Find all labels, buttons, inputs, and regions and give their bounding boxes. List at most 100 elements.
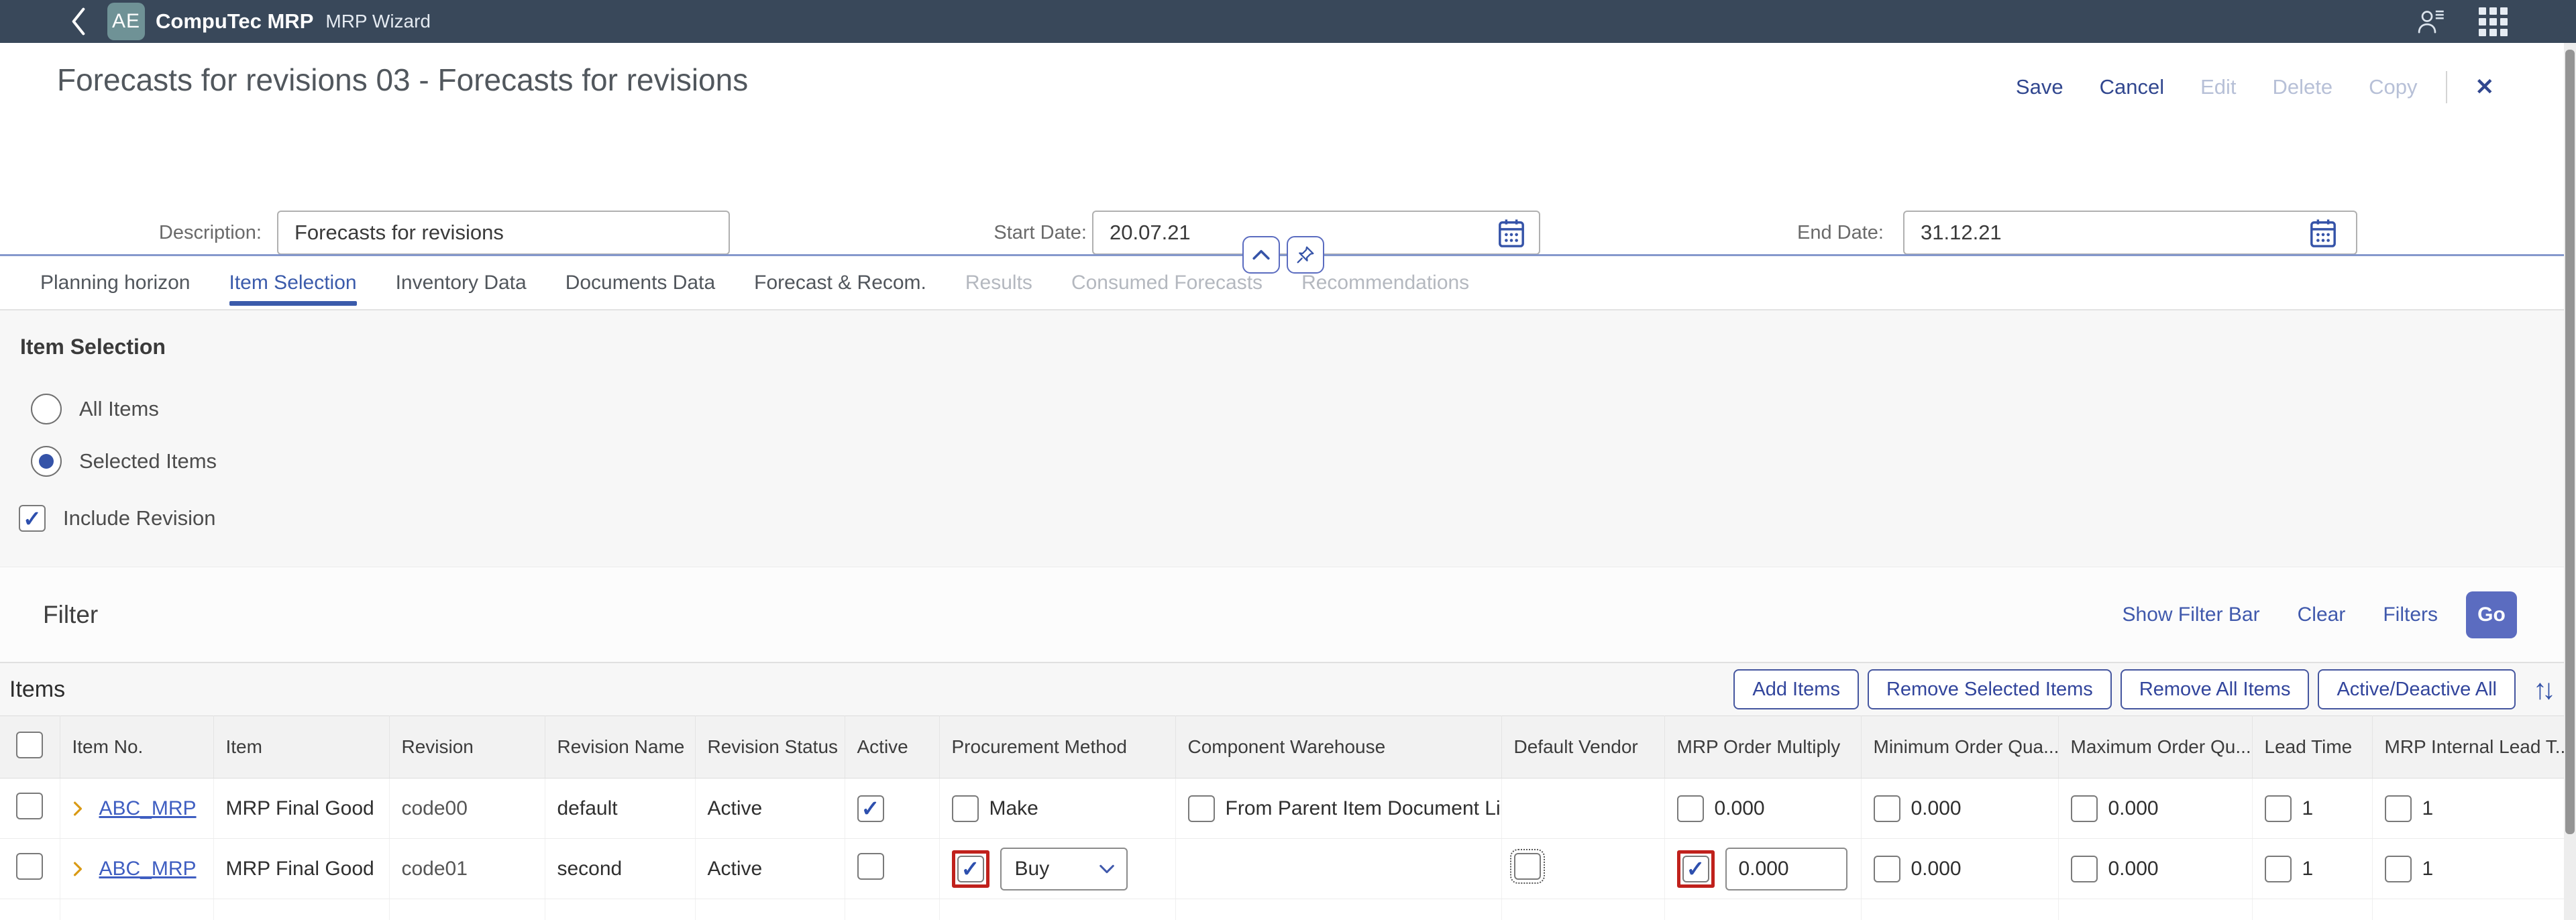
lead-time-value: 1: [2302, 858, 2314, 880]
expand-chevron-icon[interactable]: [72, 800, 83, 817]
item-no-link[interactable]: ABC_MRP: [99, 797, 197, 820]
mrp-internal-lead-value: 1: [2422, 858, 2434, 880]
clear-link[interactable]: Clear: [2298, 603, 2346, 626]
item-cell: MRP Final Good: [213, 839, 389, 899]
multiply-override-checkbox[interactable]: [1682, 856, 1709, 882]
default-vendor-cell: [1501, 779, 1664, 839]
items-toolbar: Items Add Items Remove Selected Items Re…: [0, 662, 2576, 715]
page-header: Forecasts for revisions 03 - Forecasts f…: [0, 43, 2576, 255]
procurement-override-checkbox[interactable]: [957, 856, 984, 882]
warehouse-override-checkbox[interactable]: [1188, 795, 1215, 822]
col-revision-name[interactable]: Revision Name: [545, 716, 695, 779]
add-items-button[interactable]: Add Items: [1733, 669, 1859, 709]
page-title: Forecasts for revisions 03 - Forecasts f…: [57, 62, 748, 98]
procurement-override-checkbox[interactable]: [952, 795, 979, 822]
start-date-calendar-icon[interactable]: [1497, 218, 1525, 249]
min-order-override-checkbox[interactable]: [1874, 795, 1900, 822]
minimum-order-qty-value: 0.000: [1911, 858, 1962, 880]
row-select-checkbox[interactable]: [16, 793, 43, 819]
cancel-button[interactable]: Cancel: [2100, 75, 2165, 99]
go-button[interactable]: Go: [2466, 591, 2517, 638]
mrp-order-multiply-value: 0.000: [1715, 797, 1765, 820]
tab-documents-data[interactable]: Documents Data: [566, 256, 715, 309]
active-checkbox[interactable]: [857, 795, 884, 822]
user-account-icon[interactable]: [2416, 7, 2447, 36]
active-deactive-all-button[interactable]: Active/Deactive All: [2318, 669, 2516, 709]
active-checkbox[interactable]: [857, 853, 884, 880]
filter-title: Filter: [43, 601, 98, 629]
show-filter-bar-link[interactable]: Show Filter Bar: [2123, 603, 2260, 626]
close-button[interactable]: ✕: [2475, 74, 2495, 101]
row-select-checkbox[interactable]: [16, 853, 43, 880]
col-item-no[interactable]: Item No.: [60, 716, 213, 779]
internal-lead-override-checkbox[interactable]: [2385, 795, 2412, 822]
min-order-override-checkbox[interactable]: [1874, 856, 1900, 882]
items-table: Item No. Item Revision Revision Name Rev…: [0, 715, 2576, 920]
multiply-override-checkbox[interactable]: [1677, 795, 1704, 822]
actions-divider: [2446, 71, 2447, 103]
col-mrp-internal-lead-time[interactable]: MRP Internal Lead T...: [2372, 716, 2576, 779]
chevron-down-icon: [1098, 864, 1116, 874]
lead-time-override-checkbox[interactable]: [2265, 795, 2292, 822]
remove-selected-items-button[interactable]: Remove Selected Items: [1868, 669, 2112, 709]
col-revision-status[interactable]: Revision Status: [695, 716, 845, 779]
back-button[interactable]: [70, 7, 87, 36]
save-button[interactable]: Save: [2016, 75, 2063, 99]
col-revision[interactable]: Revision: [389, 716, 545, 779]
chevron-up-icon: [1251, 249, 1271, 261]
tab-consumed-forecasts: Consumed Forecasts: [1071, 256, 1263, 309]
sort-icon[interactable]: ↑↓: [2533, 673, 2551, 705]
filters-link[interactable]: Filters: [2383, 603, 2438, 626]
col-lead-time[interactable]: Lead Time: [2252, 716, 2372, 779]
table-row: ABC_MRP MRP Final Good code01 second Act…: [0, 839, 2576, 899]
revision-status-cell: Active: [695, 779, 845, 839]
scrollbar-thumb[interactable]: [2565, 50, 2575, 834]
col-component-warehouse[interactable]: Component Warehouse: [1175, 716, 1501, 779]
end-date-input[interactable]: [1903, 211, 2357, 255]
component-warehouse-cell: [1175, 839, 1501, 899]
component-warehouse-value: From Parent Item Document Line: [1226, 797, 1502, 820]
col-active[interactable]: Active: [845, 716, 939, 779]
tab-item-selection[interactable]: Item Selection: [229, 256, 357, 309]
pin-header-button[interactable]: [1287, 236, 1324, 274]
back-chevron-icon: [70, 7, 87, 36]
app-subtitle: MRP Wizard: [325, 11, 431, 32]
col-procurement-method[interactable]: Procurement Method: [939, 716, 1175, 779]
expand-chevron-icon[interactable]: [72, 860, 83, 878]
end-date-calendar-icon[interactable]: [2309, 218, 2337, 249]
red-highlight-frame: [952, 850, 989, 888]
collapse-header-button[interactable]: [1242, 236, 1280, 274]
items-title: Items: [9, 677, 65, 703]
tab-inventory-data[interactable]: Inventory Data: [396, 256, 527, 309]
item-no-link[interactable]: ABC_MRP: [99, 858, 197, 880]
internal-lead-override-checkbox[interactable]: [2385, 856, 2412, 882]
include-revision-checkbox[interactable]: [19, 505, 46, 532]
tab-forecast-recom[interactable]: Forecast & Recom.: [754, 256, 926, 309]
app-launcher-grid-icon[interactable]: [2479, 7, 2508, 36]
selected-items-label: Selected Items: [79, 449, 217, 473]
col-item[interactable]: Item: [213, 716, 389, 779]
remove-all-items-button[interactable]: Remove All Items: [2121, 669, 2310, 709]
max-order-override-checkbox[interactable]: [2071, 856, 2098, 882]
maximum-order-qty-value: 0.000: [2108, 797, 2159, 820]
all-items-radio[interactable]: [31, 394, 62, 424]
revision-cell: code00: [389, 779, 545, 839]
select-all-checkbox[interactable]: [16, 732, 43, 758]
copy-button: Copy: [2369, 75, 2417, 99]
description-input[interactable]: [277, 211, 730, 255]
col-mrp-order-multiply[interactable]: MRP Order Multiply: [1664, 716, 1861, 779]
max-order-override-checkbox[interactable]: [2071, 795, 2098, 822]
tab-planning-horizon[interactable]: Planning horizon: [40, 256, 191, 309]
col-maximum-order-qty[interactable]: Maximum Order Qu...: [2058, 716, 2252, 779]
revision-name-cell: second: [545, 839, 695, 899]
edit-button: Edit: [2200, 75, 2236, 99]
col-default-vendor[interactable]: Default Vendor: [1501, 716, 1664, 779]
mrp-internal-lead-value: 1: [2422, 797, 2434, 820]
vendor-override-checkbox[interactable]: [1514, 853, 1541, 880]
selected-items-radio[interactable]: [31, 446, 62, 477]
col-minimum-order-qty[interactable]: Minimum Order Qua...: [1861, 716, 2058, 779]
maximum-order-qty-value: 0.000: [2108, 858, 2159, 880]
procurement-method-select[interactable]: Buy: [1000, 848, 1128, 890]
mrp-order-multiply-input[interactable]: [1725, 848, 1847, 890]
lead-time-override-checkbox[interactable]: [2265, 856, 2292, 882]
